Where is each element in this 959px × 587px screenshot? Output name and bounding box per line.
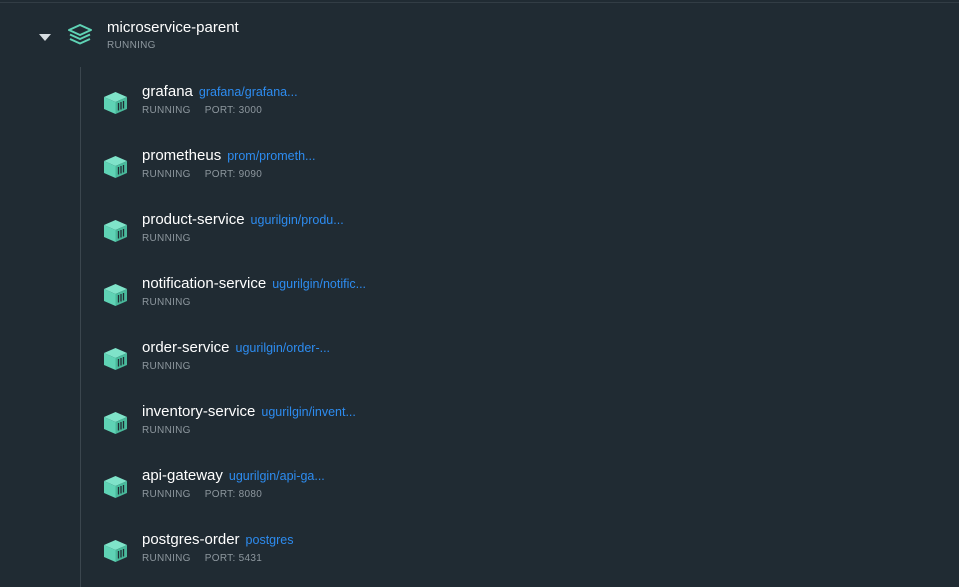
container-name-text: inventory-service [142,403,256,420]
container-image-link[interactable]: postgres [246,533,294,547]
container-icon [104,156,127,178]
container-row-prometheus[interactable]: prometheus prom/prometh... RUNNING PORT: 9… [81,142,959,190]
container-status: RUNNING [142,105,191,116]
container-icon [104,220,127,242]
top-divider [0,2,959,3]
container-name-text: postgres-order [142,531,240,548]
container-image-link[interactable]: prom/prometh... [227,149,315,163]
container-icon [104,476,127,498]
container-status: RUNNING [142,425,191,436]
container-image-link[interactable]: ugurilgin/api-ga... [229,469,325,483]
container-name-text: product-service [142,211,245,228]
container-name-text: notification-service [142,275,267,292]
container-meta: RUNNING PORT: 9090 [142,169,262,180]
group-header[interactable]: microservice-parent RUNNING [0,14,959,58]
container-icon [104,412,127,434]
container-icon [104,284,127,306]
container-name: order-service ugurilgin/order-... [142,339,330,356]
group-name: microservice-parent [107,19,239,36]
container-row-notification-service[interactable]: notification-service ugurilgin/notific...… [81,270,959,318]
container-name: notification-service ugurilgin/notific... [142,275,366,292]
container-row-product-service[interactable]: product-service ugurilgin/produ... RUNNIN… [81,206,959,254]
stack-icon [68,24,92,45]
container-image-link[interactable]: ugurilgin/order-... [236,341,331,355]
container-image-link[interactable]: ugurilgin/invent... [261,405,356,419]
group-status: RUNNING [107,40,156,51]
container-image-link[interactable]: ugurilgin/notific... [272,277,366,291]
container-icon [104,540,127,562]
container-name-text: prometheus [142,147,222,164]
container-meta: RUNNING [142,425,205,436]
container-name: product-service ugurilgin/produ... [142,211,344,228]
container-row-inventory-service[interactable]: inventory-service ugurilgin/invent... RUN… [81,398,959,446]
container-status: RUNNING [142,553,191,564]
container-port: PORT: 3000 [204,105,263,116]
container-port: PORT: 8080 [204,489,263,500]
container-meta: RUNNING PORT: 8080 [142,489,262,500]
container-row-api-gateway[interactable]: api-gateway ugurilgin/api-ga... RUNNING PO… [81,462,959,510]
container-name: grafana grafana/grafana... [142,83,298,100]
container-status: RUNNING [142,361,191,372]
container-meta: RUNNING [142,233,205,244]
container-row-postgres-order[interactable]: postgres-order postgres RUNNING PORT: 5431 [81,526,959,574]
container-name: postgres-order postgres [142,531,294,548]
container-name: prometheus prom/prometh... [142,147,315,164]
container-status: RUNNING [142,297,191,308]
container-name: inventory-service ugurilgin/invent... [142,403,356,420]
container-status: RUNNING [142,489,191,500]
container-name-text: grafana [142,83,193,100]
container-name-text: api-gateway [142,467,223,484]
container-meta: RUNNING PORT: 5431 [142,553,262,564]
container-name-text: order-service [142,339,230,356]
container-meta: RUNNING PORT: 3000 [142,105,262,116]
container-status: RUNNING [142,169,191,180]
container-meta: RUNNING [142,361,205,372]
container-port: PORT: 9090 [204,169,263,180]
container-meta: RUNNING [142,297,205,308]
containers-panel: microservice-parent RUNNING grafana grafa… [0,0,959,587]
container-icon [104,92,127,114]
container-row-order-service[interactable]: order-service ugurilgin/order-... RUNNING [81,334,959,382]
container-icon [104,348,127,370]
container-image-link[interactable]: grafana/grafana... [199,85,298,99]
container-image-link[interactable]: ugurilgin/produ... [251,213,344,227]
container-row-grafana[interactable]: grafana grafana/grafana... RUNNING PORT: 3… [81,78,959,126]
container-status: RUNNING [142,233,191,244]
container-name: api-gateway ugurilgin/api-ga... [142,467,325,484]
chevron-down-icon[interactable] [39,34,51,41]
container-port: PORT: 5431 [204,553,263,564]
